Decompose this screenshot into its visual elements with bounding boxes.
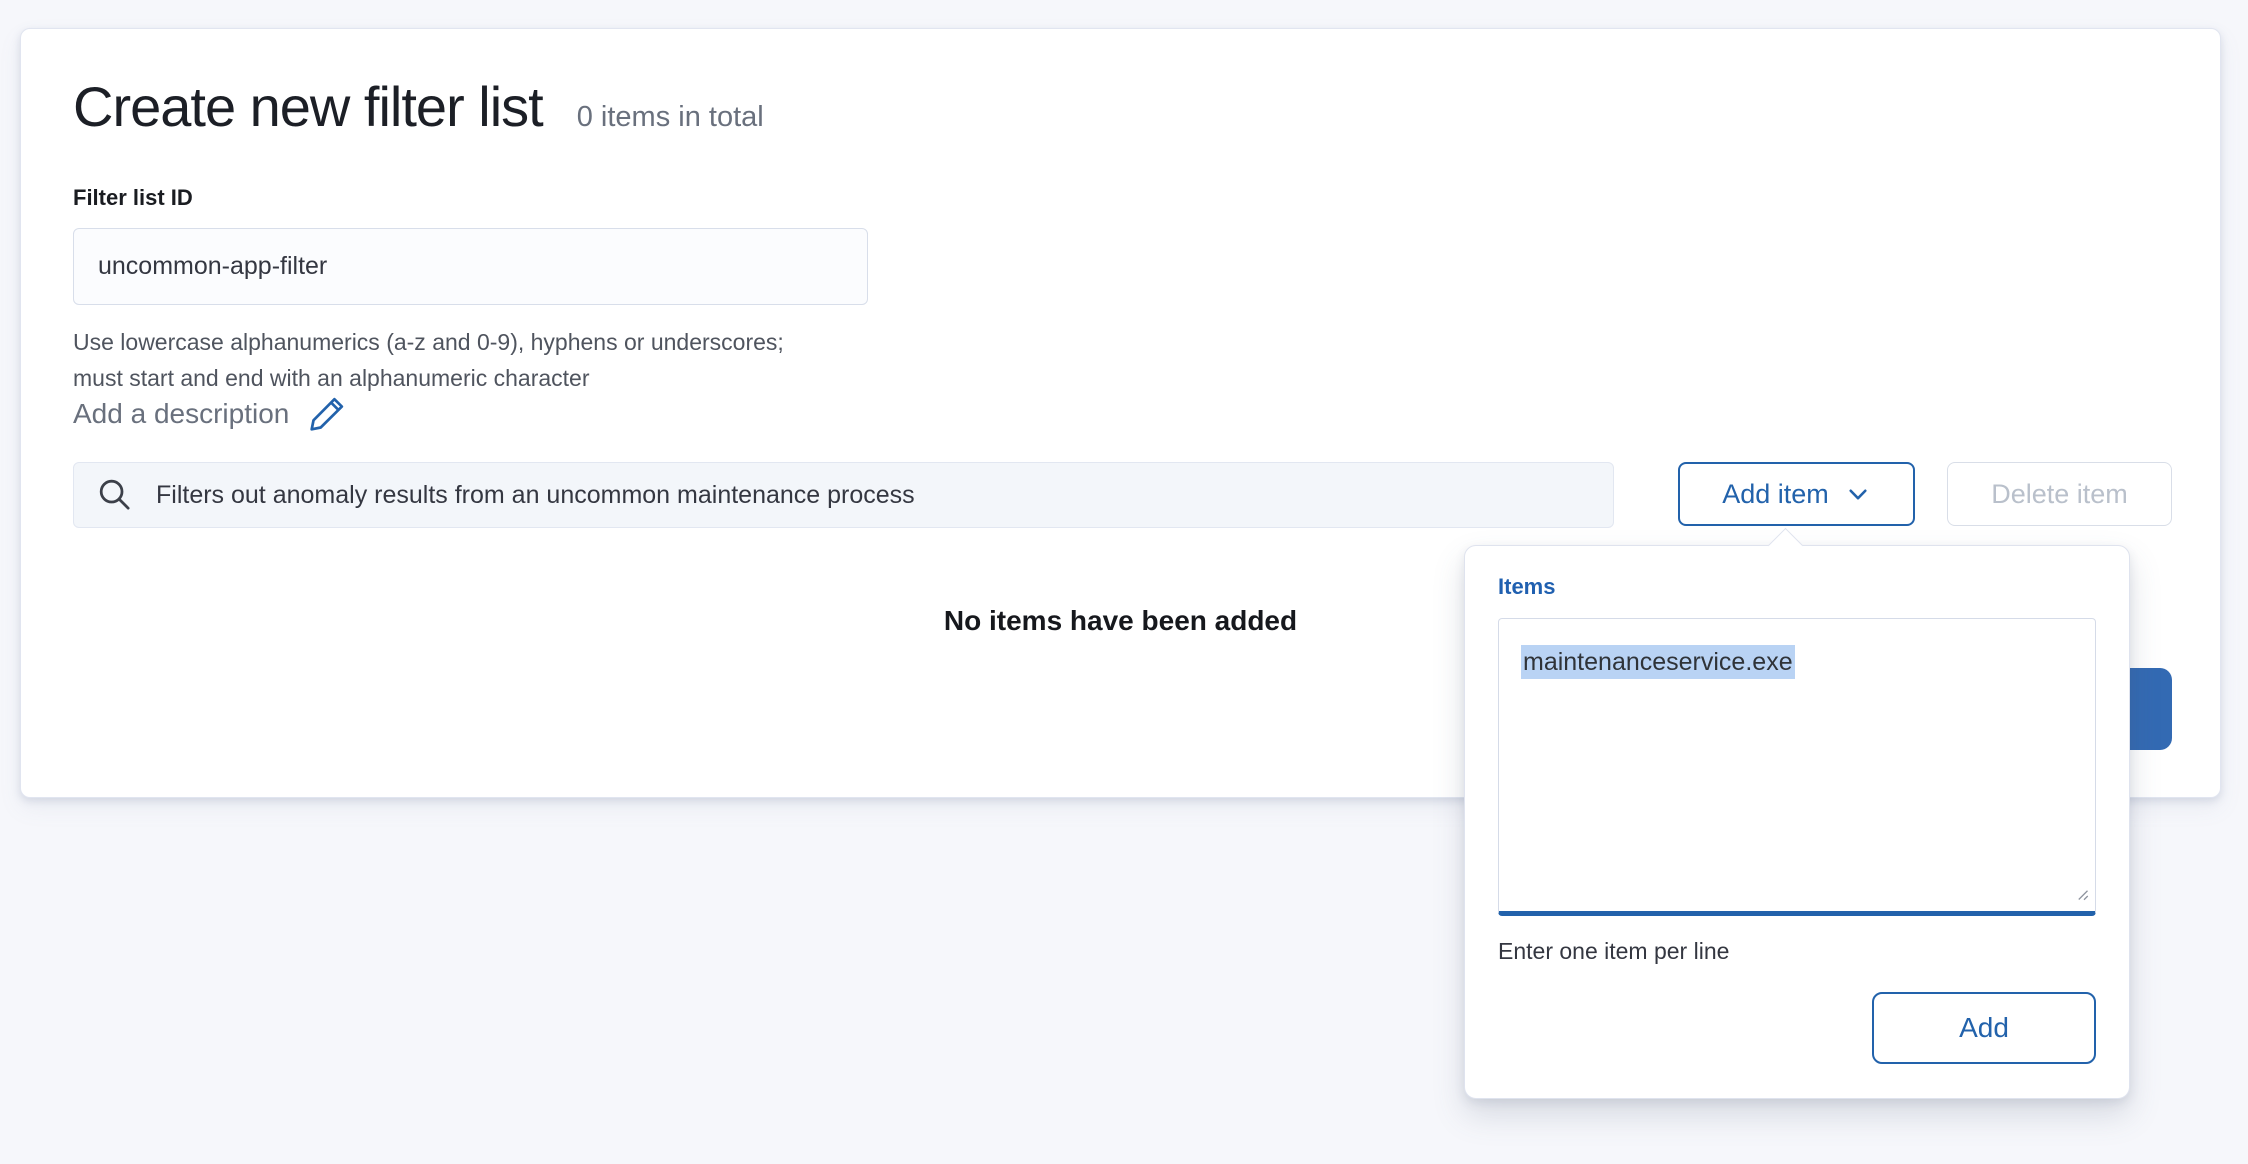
page-title: Create new filter list: [73, 75, 544, 138]
filter-list-id-label: Filter list ID: [73, 185, 193, 210]
delete-item-button[interactable]: Delete item: [1947, 462, 2172, 526]
pencil-icon: [309, 396, 345, 432]
add-item-button[interactable]: Add item: [1678, 462, 1915, 526]
items-label: Items: [1498, 574, 1556, 599]
id-help-text: Use lowercase alphanumerics (a-z and 0-9…: [73, 324, 784, 396]
search-field[interactable]: [73, 462, 1614, 528]
filter-list-id-input[interactable]: [73, 228, 868, 305]
items-textarea[interactable]: maintenanceservice.exe: [1498, 618, 2096, 916]
items-help-text: Enter one item per line: [1498, 938, 1730, 964]
page-header: Create new filter list 0 items in total: [73, 75, 764, 139]
chevron-down-icon: [1845, 481, 1871, 507]
add-item-popover: Items maintenanceservice.exe Enter one i…: [1464, 527, 2130, 1099]
add-description-label: Add a description: [73, 398, 290, 429]
search-input[interactable]: [154, 479, 1593, 511]
id-help-line-2: must start and end with an alphanumeric …: [73, 365, 590, 391]
add-item-label: Add item: [1722, 478, 1829, 509]
resize-handle-icon[interactable]: [2070, 882, 2090, 902]
add-button[interactable]: Add: [1872, 992, 2096, 1064]
items-textarea-value: maintenanceservice.exe: [1521, 645, 1795, 679]
add-description-link[interactable]: Add a description: [73, 395, 345, 433]
search-icon: [98, 478, 132, 512]
items-total-count: 0 items in total: [576, 101, 764, 133]
page: Create new filter list 0 items in total …: [0, 0, 2248, 1164]
id-help-line-1: Use lowercase alphanumerics (a-z and 0-9…: [73, 329, 784, 355]
